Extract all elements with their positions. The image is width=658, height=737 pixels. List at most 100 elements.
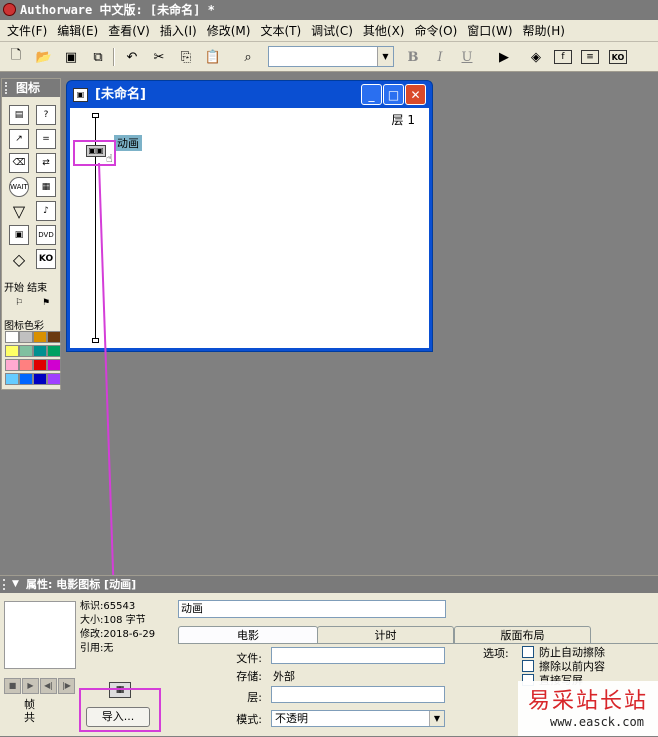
- knowledge-objects-icon[interactable]: KO: [609, 50, 627, 64]
- stop-flag-icon[interactable]: ⚑: [36, 293, 56, 313]
- display-icon[interactable]: ▤: [9, 105, 29, 125]
- sound-icon[interactable]: ♪: [36, 201, 56, 221]
- menu-debug[interactable]: 调试(C): [306, 22, 358, 39]
- color-swatch[interactable]: [47, 359, 61, 371]
- color-swatch[interactable]: [33, 359, 47, 371]
- undo-icon[interactable]: ↶: [122, 47, 142, 67]
- copy-icon[interactable]: ⎘: [176, 47, 196, 67]
- motion-icon[interactable]: ↗: [9, 129, 29, 149]
- ref-info: 引用:无: [80, 643, 114, 654]
- flowline-window-title: [未命名]: [95, 87, 146, 102]
- play-icon[interactable]: ▶: [22, 678, 39, 694]
- close-icon[interactable]: ✕: [405, 84, 426, 105]
- icon-color-label: 图标色彩: [4, 321, 44, 332]
- color-swatch[interactable]: [33, 331, 47, 343]
- step-forward-icon[interactable]: |▶: [58, 678, 75, 694]
- menu-view[interactable]: 查看(V): [103, 22, 155, 39]
- variables-icon[interactable]: ≡: [581, 50, 599, 64]
- modified-info: 修改:2018-6-29: [80, 629, 156, 640]
- color-swatch[interactable]: [47, 373, 61, 385]
- toolbar: 🗋 📂 ▣ ⧉ ↶ ✂ ⎘ 📋 ⌕ ▼ B I U ▶ ◈ f ≡ KO: [0, 42, 658, 72]
- tab-movie[interactable]: 电影: [178, 626, 318, 644]
- open-folder-icon[interactable]: 📂: [34, 47, 54, 67]
- grip-icon[interactable]: [5, 82, 11, 94]
- color-swatch[interactable]: [5, 345, 19, 357]
- italic-button[interactable]: I: [430, 47, 450, 67]
- chevron-down-icon[interactable]: ▼: [429, 711, 444, 726]
- find-icon[interactable]: ⌕: [238, 47, 258, 67]
- digital-movie-icon[interactable]: ▣: [9, 225, 29, 245]
- control-panel-icon[interactable]: ◈: [526, 47, 546, 67]
- grip-icon[interactable]: [3, 579, 9, 590]
- step-back-icon[interactable]: ◀|: [40, 678, 57, 694]
- color-swatch[interactable]: [19, 373, 33, 385]
- movie-preview: [4, 601, 76, 669]
- color-swatch[interactable]: [47, 345, 61, 357]
- color-swatch[interactable]: [5, 331, 19, 343]
- paste-icon[interactable]: 📋: [203, 47, 223, 67]
- menu-other[interactable]: 其他(X): [358, 22, 410, 39]
- dvd-icon[interactable]: DVD: [36, 225, 56, 245]
- color-swatch[interactable]: [19, 359, 33, 371]
- menu-window[interactable]: 窗口(W): [462, 22, 517, 39]
- wait-icon[interactable]: WAIT: [9, 177, 29, 197]
- map-icon[interactable]: ◇: [9, 249, 29, 269]
- color-swatch[interactable]: [47, 331, 61, 343]
- save-all-icon[interactable]: ▣: [61, 47, 81, 67]
- menu-file[interactable]: 文件(F): [2, 22, 52, 39]
- interaction-icon[interactable]: ?: [36, 105, 56, 125]
- size-info: 大小:108 字节: [80, 615, 146, 626]
- color-swatch[interactable]: [5, 373, 19, 385]
- color-swatch[interactable]: [33, 345, 47, 357]
- movie-icon-label[interactable]: 动画: [114, 135, 142, 151]
- minimize-icon[interactable]: _: [361, 84, 382, 105]
- prevent-auto-erase-checkbox[interactable]: [522, 646, 534, 658]
- storage-value: 外部: [273, 670, 295, 683]
- color-swatch[interactable]: [5, 359, 19, 371]
- functions-icon[interactable]: f: [554, 50, 572, 64]
- mode-select[interactable]: 不透明 ▼: [271, 710, 445, 727]
- decision-icon[interactable]: ▽: [9, 201, 29, 221]
- cut-icon[interactable]: ✂: [149, 47, 169, 67]
- framework-icon[interactable]: ▦: [36, 177, 56, 197]
- import-icon[interactable]: ⧉: [88, 47, 108, 67]
- file-field[interactable]: [271, 647, 445, 664]
- properties-header: ▼ 属性: 电影图标 [动画]: [0, 576, 658, 593]
- maximize-icon[interactable]: □: [383, 84, 404, 105]
- ko-icon[interactable]: KO: [36, 249, 56, 269]
- menu-command[interactable]: 命令(O): [409, 22, 462, 39]
- color-swatch[interactable]: [19, 331, 33, 343]
- color-swatch[interactable]: [33, 373, 47, 385]
- menu-insert[interactable]: 插入(I): [155, 22, 202, 39]
- new-file-icon[interactable]: 🗋: [6, 47, 26, 67]
- underline-button[interactable]: U: [457, 47, 477, 67]
- navigate-icon[interactable]: ⇄: [36, 153, 56, 173]
- layer-field[interactable]: [271, 686, 445, 703]
- run-icon[interactable]: ▶: [494, 47, 514, 67]
- properties-title: 属性: 电影图标 [动画]: [26, 578, 137, 591]
- icon-palette: 图标 ▤ ? ↗ = ⌫ ⇄ WAIT ▦ ▽ ♪ ▣ DVD ◇ KO 开始 …: [1, 78, 61, 390]
- playback-controls: ■ ▶ ◀| |▶: [4, 678, 76, 694]
- calculation-icon[interactable]: =: [36, 129, 56, 149]
- tab-timing[interactable]: 计时: [317, 626, 454, 644]
- start-flag-icon[interactable]: ⚐: [9, 293, 29, 313]
- collapse-icon[interactable]: ▼: [12, 576, 19, 593]
- erase-previous-checkbox[interactable]: [522, 660, 534, 672]
- icon-name-field[interactable]: 动画: [178, 600, 446, 618]
- color-swatch[interactable]: [19, 345, 33, 357]
- menu-modify[interactable]: 修改(M): [202, 22, 256, 39]
- tab-layout[interactable]: 版面布局: [454, 626, 591, 644]
- flowline-canvas[interactable]: 层 1 ▣▣ 动画 ☝: [70, 108, 429, 348]
- watermark-brand: 易采站长站: [528, 689, 649, 714]
- menu-text[interactable]: 文本(T): [255, 22, 306, 39]
- menu-help[interactable]: 帮助(H): [518, 22, 570, 39]
- mode-value: 不透明: [275, 712, 308, 725]
- storage-label: 存储:: [236, 670, 262, 683]
- stop-icon[interactable]: ■: [4, 678, 21, 694]
- app-title: Authorware 中文版: [未命名] *: [20, 3, 215, 17]
- font-combo[interactable]: ▼: [268, 46, 394, 67]
- menu-edit[interactable]: 编辑(E): [52, 22, 103, 39]
- bold-button[interactable]: B: [403, 47, 423, 67]
- erase-icon[interactable]: ⌫: [9, 153, 29, 173]
- chevron-down-icon[interactable]: ▼: [377, 47, 393, 66]
